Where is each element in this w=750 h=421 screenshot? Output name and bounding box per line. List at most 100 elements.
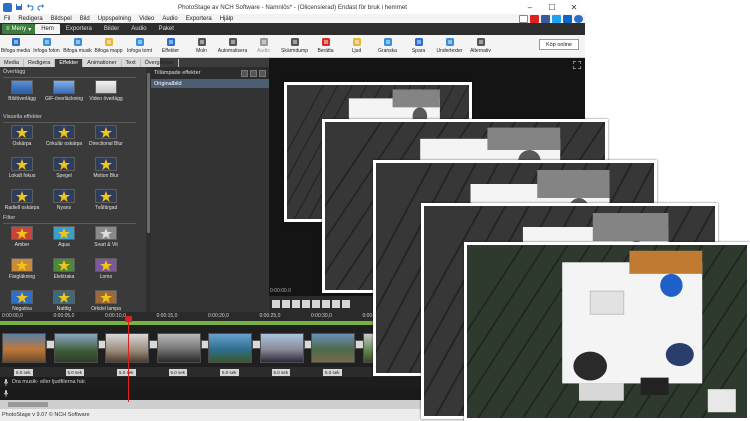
meny-button[interactable]: ≡ Meny ▾ xyxy=(2,24,36,34)
tab-bilder[interactable]: Bilder xyxy=(98,24,125,34)
menu-audio[interactable]: Audio xyxy=(158,16,181,22)
scrollbar-thumb[interactable] xyxy=(147,73,150,233)
tab-paket[interactable]: Paket xyxy=(153,24,180,34)
clip-duration[interactable]: 5.0 sek xyxy=(65,369,85,376)
effect-tile[interactable]: Natttig xyxy=(44,290,84,312)
forward-button[interactable] xyxy=(322,300,330,308)
effect-tile[interactable]: Nyans xyxy=(44,189,84,211)
save-quick-icon[interactable] xyxy=(15,3,23,11)
effect-tile[interactable]: Amber xyxy=(2,226,42,248)
close-button[interactable]: ✕ xyxy=(563,0,585,14)
toolbar-button-7[interactable]: Automatisera xyxy=(217,35,248,54)
timeline-clip[interactable] xyxy=(156,333,201,363)
panel-tab-redigera[interactable]: Redigera xyxy=(24,59,56,67)
menu-video[interactable]: Video xyxy=(135,16,158,22)
menu-bild[interactable]: Bild xyxy=(76,16,94,22)
clip-duration[interactable]: 5.0 sek xyxy=(14,369,33,376)
play-button[interactable] xyxy=(272,300,280,308)
panel-tab-overgangar[interactable]: Övergångar xyxy=(141,59,179,67)
menu-exportera[interactable]: Exportera xyxy=(182,16,216,22)
effect-tile[interactable]: Bildöverlägg xyxy=(2,80,42,102)
buy-online-button[interactable]: Köp online xyxy=(539,39,579,50)
timeline-clip[interactable] xyxy=(2,333,46,363)
toolbar-button-5[interactable]: Effekter xyxy=(155,35,186,54)
toolbar-button-11[interactable]: Ljud xyxy=(341,35,372,54)
minimize-button[interactable]: – xyxy=(519,0,541,14)
toolbar-button-9[interactable]: Skärmdump xyxy=(279,35,310,54)
clip-duration[interactable]: 5.0 sek xyxy=(323,369,342,376)
menu-fil[interactable]: Fil xyxy=(0,16,14,22)
toolbar-button-3[interactable]: Bifoga mapp xyxy=(93,35,124,54)
tab-hem[interactable]: Hem xyxy=(35,24,60,34)
skip-end-button[interactable] xyxy=(332,300,340,308)
effect-tile[interactable]: Orkdel lampa xyxy=(86,290,126,312)
stop-button[interactable] xyxy=(282,300,290,308)
effect-tile[interactable]: Lokalt fokus xyxy=(2,157,42,179)
clip-duration[interactable]: 5.0 sek xyxy=(117,369,136,376)
effect-tile[interactable]: Elektraka xyxy=(44,258,84,280)
effect-tile[interactable]: Motion Blur xyxy=(86,157,126,179)
clip-duration[interactable]: 5.0 sek xyxy=(271,369,291,376)
timeline-clip[interactable] xyxy=(259,333,304,363)
volume-button[interactable] xyxy=(342,300,350,308)
effect-tile[interactable]: Cirkulär oskärpa xyxy=(44,125,84,147)
effect-tile[interactable]: Spegel xyxy=(44,157,84,179)
help-icon[interactable] xyxy=(574,14,583,23)
youtube-icon[interactable] xyxy=(530,14,539,23)
menu-redigera[interactable]: Redigera xyxy=(14,16,46,22)
timeline-clip[interactable] xyxy=(208,333,252,363)
effect-tile[interactable]: Video överlägg xyxy=(86,80,126,102)
toolbar-button-13[interactable]: Spara xyxy=(403,35,434,54)
panel-tab-text[interactable]: Text xyxy=(122,59,141,67)
facebook-icon[interactable] xyxy=(541,14,550,23)
timeline-scrollbar-thumb[interactable] xyxy=(8,402,48,407)
tab-audio[interactable]: Audio xyxy=(125,24,152,34)
fullscreen-icon[interactable] xyxy=(573,61,581,69)
applied-effect-item[interactable]: Originalbild xyxy=(151,79,269,88)
timeline-clip[interactable] xyxy=(105,333,149,363)
remove-effect-button[interactable] xyxy=(259,69,266,77)
toolbar-button-15[interactable]: Alternativ xyxy=(465,35,496,54)
twitter-icon[interactable] xyxy=(552,14,561,23)
redo-icon[interactable] xyxy=(37,3,45,11)
effect-tile[interactable]: Oskärpa xyxy=(2,125,42,147)
clip-duration[interactable]: 5.0 sek xyxy=(220,369,239,376)
panel-tab-effekter[interactable]: Effekter xyxy=(55,59,84,67)
panel-tab-media[interactable]: Media xyxy=(0,59,24,67)
undo-icon[interactable] xyxy=(26,3,34,11)
toolbar-button-2[interactable]: Bifoga musik xyxy=(62,35,93,54)
linkedin-icon[interactable] xyxy=(563,14,572,23)
move-down-button[interactable] xyxy=(250,69,257,77)
toolbar-button-14[interactable]: Undertexter xyxy=(434,35,465,54)
toolbar-button-0[interactable]: Bifoga media xyxy=(0,35,31,54)
playhead[interactable] xyxy=(128,316,129,402)
menu-uppspelning[interactable]: Uppspelning xyxy=(94,16,135,22)
toolbar-button-1[interactable]: Infoga foton xyxy=(31,35,62,54)
tab-exportera[interactable]: Exportera xyxy=(60,24,98,34)
maximize-button[interactable]: ☐ xyxy=(541,0,563,14)
effect-tile[interactable]: Radiell oskärpa xyxy=(2,189,42,211)
toolbar-button-10[interactable]: Berätta xyxy=(310,35,341,54)
clip-duration[interactable]: 5.0 sek xyxy=(168,369,188,376)
menu-hjalp[interactable]: Hjälp xyxy=(216,16,238,22)
timeline-clip[interactable] xyxy=(311,333,355,363)
panel-tab-animationer[interactable]: Animationer xyxy=(83,59,122,67)
skip-start-button[interactable] xyxy=(302,300,310,308)
effect-tile[interactable]: Tvåfärgad xyxy=(86,189,126,211)
timeline-clip[interactable] xyxy=(53,333,98,363)
effect-tile[interactable]: GIF-överläckning xyxy=(44,80,84,102)
effect-tile[interactable]: Negativa xyxy=(2,290,42,312)
effect-tile[interactable]: Aqua xyxy=(44,226,84,248)
toolbar-button-4[interactable]: Infoga tomt xyxy=(124,35,155,54)
effect-tile[interactable]: Svart & Vit xyxy=(86,226,126,248)
menu-bildspel[interactable]: Bildspel xyxy=(47,16,76,22)
rewind-button[interactable] xyxy=(312,300,320,308)
email-icon[interactable] xyxy=(519,14,528,23)
move-up-button[interactable] xyxy=(241,69,248,77)
effect-tile[interactable]: Färgläkning xyxy=(2,258,42,280)
effect-tile[interactable]: Lomo xyxy=(86,258,126,280)
loop-button[interactable] xyxy=(292,300,300,308)
toolbar-button-8[interactable]: Audio xyxy=(248,35,279,54)
toolbar-button-6[interactable]: Moln xyxy=(186,35,217,54)
toolbar-button-12[interactable]: Granska xyxy=(372,35,403,54)
